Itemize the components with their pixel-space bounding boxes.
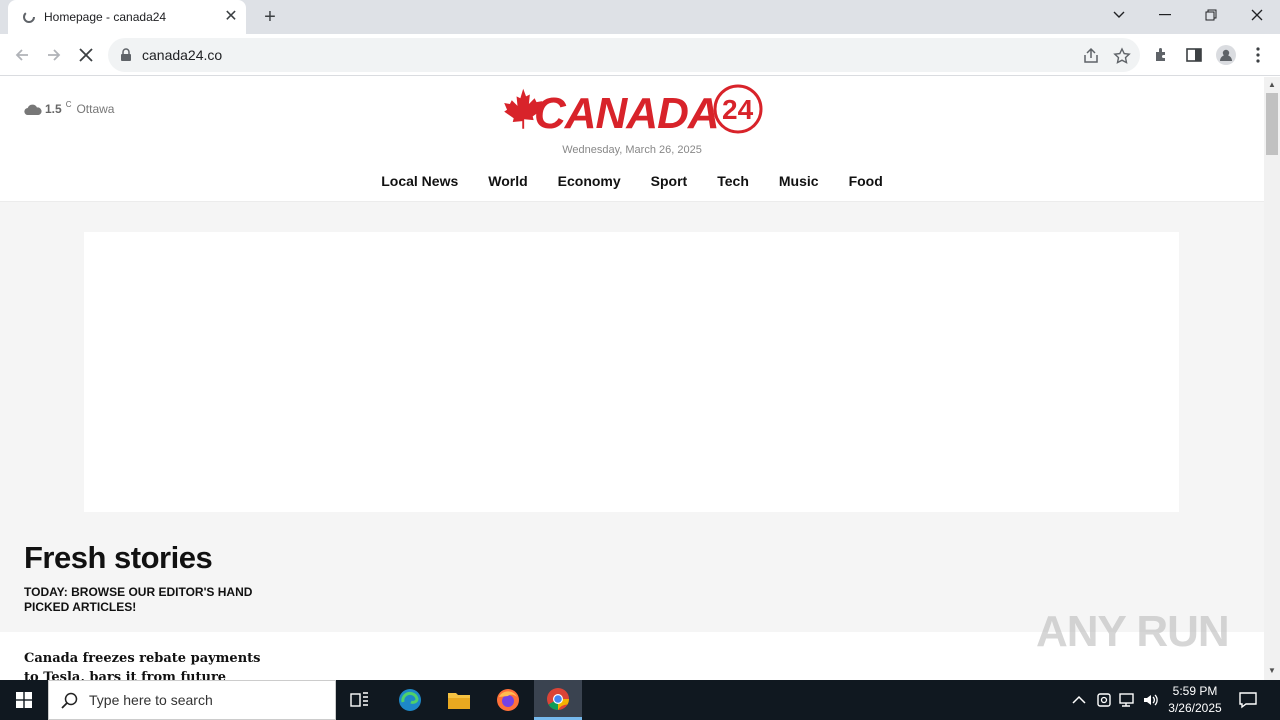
address-bar[interactable]: canada24.co bbox=[108, 38, 1140, 72]
extensions-icon[interactable] bbox=[1153, 46, 1171, 64]
notification-icon[interactable] bbox=[1238, 690, 1258, 710]
nav-sport[interactable]: Sport bbox=[651, 173, 688, 189]
browser-toolbar: canada24.co bbox=[0, 34, 1280, 76]
chrome-menu-icon[interactable] bbox=[1250, 46, 1266, 64]
loading-favicon-icon bbox=[23, 11, 35, 23]
chevron-up-icon[interactable] bbox=[1070, 691, 1088, 709]
clock-time: 5:59 PM bbox=[1172, 684, 1218, 698]
windows-start-icon[interactable] bbox=[0, 680, 48, 720]
cloud-icon bbox=[24, 104, 42, 116]
close-window-button[interactable] bbox=[1234, 0, 1280, 30]
ad-placeholder bbox=[84, 232, 1179, 512]
weather-unit: C bbox=[65, 100, 72, 109]
nav-world[interactable]: World bbox=[488, 173, 527, 189]
main-navigation: Local News World Economy Sport Tech Musi… bbox=[0, 173, 1264, 189]
article-title-link[interactable]: Canada freezes rebate payments to Tesla,… bbox=[24, 649, 264, 680]
nav-economy[interactable]: Economy bbox=[558, 173, 621, 189]
section-subtitle: TODAY: BROWSE OUR EDITOR'S HAND PICKED A… bbox=[24, 585, 253, 614]
network-icon[interactable] bbox=[1118, 691, 1136, 709]
share-icon[interactable] bbox=[1082, 47, 1100, 65]
scrollbar-thumb[interactable] bbox=[1266, 93, 1278, 155]
tab-search-icon[interactable] bbox=[1096, 0, 1142, 30]
page-scrollbar[interactable]: ▲ ▼ bbox=[1264, 77, 1280, 680]
side-panel-icon[interactable] bbox=[1185, 46, 1203, 64]
bookmark-star-icon[interactable] bbox=[1113, 47, 1131, 65]
weather-city: Ottawa bbox=[76, 102, 115, 116]
tab-strip: Homepage - canada24 ✕ + bbox=[0, 0, 1280, 34]
site-logo[interactable]: CANADA 24 bbox=[504, 81, 766, 137]
logo-number: 24 bbox=[722, 94, 754, 125]
taskbar-search-box[interactable]: Type here to search bbox=[48, 680, 336, 720]
profile-avatar-icon[interactable] bbox=[1216, 45, 1236, 65]
header-date: Wednesday, March 26, 2025 bbox=[562, 144, 702, 156]
firefox-icon[interactable] bbox=[484, 680, 532, 720]
minimize-button[interactable] bbox=[1142, 0, 1188, 30]
search-icon bbox=[61, 692, 78, 709]
nav-tech[interactable]: Tech bbox=[717, 173, 749, 189]
scroll-down-icon[interactable]: ▼ bbox=[1268, 666, 1276, 675]
logo-wordmark: CANADA bbox=[534, 89, 719, 137]
stop-loading-icon[interactable] bbox=[74, 43, 98, 67]
weather-temperature: 1.5 bbox=[45, 102, 62, 116]
site-header: 1.5 C Ottawa CANADA 24 Wednesday, March … bbox=[0, 77, 1264, 202]
clock-date: 3/26/2025 bbox=[1168, 701, 1222, 715]
tab-close-icon[interactable]: ✕ bbox=[222, 8, 240, 26]
task-view-icon[interactable] bbox=[336, 680, 384, 720]
forward-arrow-icon[interactable] bbox=[42, 43, 66, 67]
new-tab-button[interactable]: + bbox=[258, 6, 282, 28]
meet-now-icon[interactable] bbox=[1095, 691, 1113, 709]
nav-music[interactable]: Music bbox=[779, 173, 819, 189]
anyrun-watermark: ANY RUN bbox=[1036, 607, 1230, 656]
file-explorer-icon[interactable] bbox=[435, 680, 483, 720]
volume-icon[interactable] bbox=[1142, 691, 1160, 709]
nav-local-news[interactable]: Local News bbox=[381, 173, 458, 189]
url-text: canada24.co bbox=[142, 47, 223, 63]
tab-title: Homepage - canada24 bbox=[44, 10, 167, 24]
windows-taskbar: Type here to search 5:59 PM 3/26/2025 bbox=[0, 680, 1280, 720]
search-placeholder: Type here to search bbox=[89, 692, 213, 708]
scroll-up-icon[interactable]: ▲ bbox=[1268, 80, 1276, 89]
lock-icon bbox=[121, 48, 131, 61]
weather-widget: 1.5 C Ottawa bbox=[24, 100, 114, 116]
edge-browser-icon[interactable] bbox=[386, 680, 434, 720]
system-clock[interactable]: 5:59 PM 3/26/2025 bbox=[1160, 683, 1230, 717]
chrome-taskbar-icon[interactable] bbox=[534, 680, 582, 720]
page-viewport: 1.5 C Ottawa CANADA 24 Wednesday, March … bbox=[0, 77, 1264, 680]
browser-tab[interactable]: Homepage - canada24 ✕ bbox=[8, 0, 246, 34]
section-title: Fresh stories bbox=[24, 540, 213, 575]
nav-food[interactable]: Food bbox=[849, 173, 883, 189]
restore-button[interactable] bbox=[1188, 0, 1234, 30]
back-arrow-icon[interactable] bbox=[10, 43, 34, 67]
